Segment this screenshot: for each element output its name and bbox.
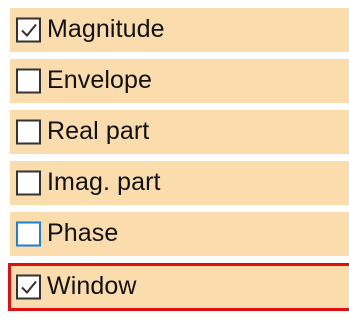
imag-part-checkbox[interactable] <box>16 170 41 196</box>
envelope-option[interactable]: Envelope <box>10 59 349 103</box>
window-option[interactable]: Window <box>8 263 349 311</box>
real-part-option[interactable]: Real part <box>10 110 349 154</box>
magnitude-option[interactable]: Magnitude <box>10 8 349 52</box>
phase-label: Phase <box>47 218 119 247</box>
window-checkbox[interactable] <box>16 274 41 300</box>
envelope-checkbox[interactable] <box>16 68 41 94</box>
phase-option[interactable]: Phase <box>10 212 349 256</box>
imag-part-option[interactable]: Imag. part <box>10 161 349 205</box>
magnitude-label: Magnitude <box>47 14 165 43</box>
checkmark-icon <box>20 280 37 294</box>
envelope-label: Envelope <box>47 65 153 94</box>
checkmark-icon <box>20 23 37 37</box>
real-part-checkbox[interactable] <box>16 119 41 145</box>
imag-part-label: Imag. part <box>47 167 161 196</box>
real-part-label: Real part <box>47 116 150 145</box>
display-options-panel: Magnitude Envelope Real part Imag. part … <box>0 0 349 321</box>
window-label: Window <box>47 271 137 300</box>
magnitude-checkbox[interactable] <box>16 17 41 43</box>
phase-checkbox[interactable] <box>16 221 41 247</box>
